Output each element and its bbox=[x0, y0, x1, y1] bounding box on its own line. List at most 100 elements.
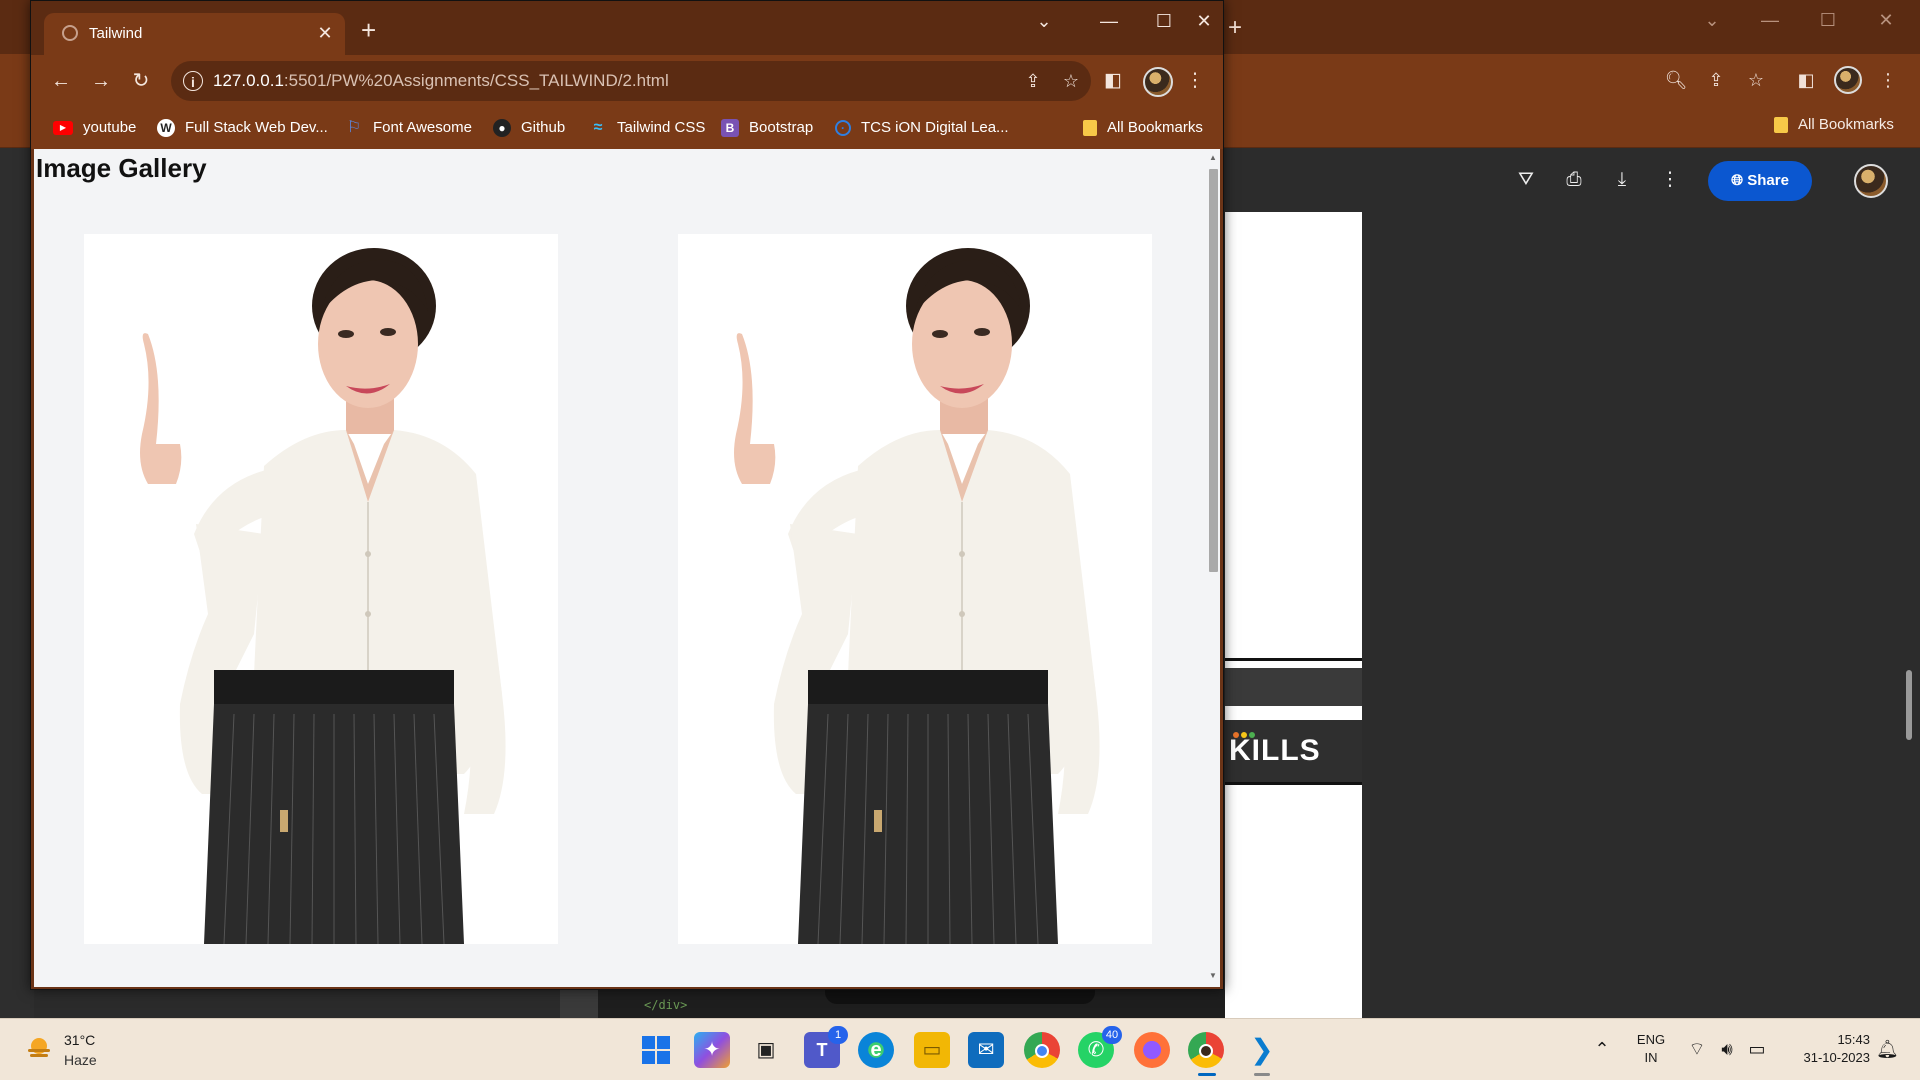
bookmark-github[interactable]: ● Github bbox=[493, 115, 565, 141]
tailwind-icon: ≈ bbox=[593, 119, 603, 137]
vscode-icon[interactable]: ❯ bbox=[1244, 1032, 1280, 1068]
clock[interactable]: 15:43 31-10-2023 bbox=[1780, 1031, 1871, 1067]
bookmark-full-stack[interactable]: W Full Stack Web Dev... bbox=[157, 115, 328, 141]
bookmark-tailwind[interactable]: ≈ Tailwind CSS bbox=[589, 115, 706, 141]
teams-badge: 1 bbox=[828, 1026, 848, 1044]
volume-icon[interactable]: 🔊︎ bbox=[1716, 1039, 1738, 1059]
editor-overlay bbox=[825, 990, 1095, 1004]
background-maximize-button[interactable]: ☐ bbox=[1810, 8, 1846, 32]
background-left-strip bbox=[0, 148, 34, 1018]
haze-weather-icon[interactable] bbox=[24, 1033, 54, 1063]
page-scrollbar[interactable]: ▲ ▼ bbox=[1206, 149, 1220, 987]
folder-icon bbox=[1774, 117, 1788, 134]
minimize-button[interactable]: — bbox=[1086, 7, 1132, 35]
task-view-icon[interactable]: ▣ bbox=[748, 1032, 784, 1068]
new-tab-button[interactable]: + bbox=[361, 17, 376, 43]
reload-icon[interactable]: ↻ bbox=[127, 67, 155, 95]
weather-temperature[interactable]: 31°C bbox=[64, 1031, 95, 1049]
flag-icon: ⚐ bbox=[346, 119, 362, 137]
woman-photo-image bbox=[678, 234, 1152, 944]
tab-strip: Tailwind ✕ + ⌄ — ☐ ✕ bbox=[31, 1, 1223, 55]
background-minimize-button[interactable]: — bbox=[1752, 8, 1788, 32]
zoom-icon[interactable]: 🔍︎ bbox=[1662, 66, 1690, 94]
download-icon[interactable]: ⤓ bbox=[1608, 166, 1636, 194]
tab-tailwind[interactable]: Tailwind ✕ bbox=[44, 13, 345, 55]
url-text[interactable]: 127.0.0.1:5501/PW%20Assignments/CSS_TAIL… bbox=[213, 71, 669, 91]
bookmark-star-icon[interactable]: ☆ bbox=[1059, 69, 1083, 93]
bootstrap-icon: B bbox=[721, 119, 739, 138]
notification-bell-icon[interactable]: 🔔︎ bbox=[1876, 1039, 1899, 1059]
weather-description[interactable]: Haze bbox=[64, 1051, 97, 1069]
forward-arrow-icon[interactable]: → bbox=[87, 67, 115, 95]
address-bar[interactable]: i 127.0.0.1:5501/PW%20Assignments/CSS_TA… bbox=[171, 61, 1091, 101]
share-page-icon[interactable]: ⇪ bbox=[1021, 69, 1045, 93]
chrome-profile-icon[interactable] bbox=[1188, 1032, 1224, 1068]
banner-dot bbox=[1249, 732, 1255, 738]
bookmarks-bar: ▶ youtube W Full Stack Web Dev... ⚐ Font Aw… bbox=[31, 107, 1223, 149]
youtube-icon: ▶ bbox=[53, 121, 73, 136]
edge-icon[interactable]: e bbox=[858, 1032, 894, 1068]
docs-gray-band bbox=[1225, 668, 1362, 706]
editor-code-line: </div> bbox=[644, 998, 688, 1012]
share-page-icon[interactable]: ⇪ bbox=[1702, 66, 1730, 94]
side-panel-icon[interactable]: ◧ bbox=[1792, 66, 1820, 94]
whatsapp-badge: 40 bbox=[1102, 1026, 1122, 1044]
github-icon: ● bbox=[493, 119, 511, 138]
foreground-browser-window: Tailwind ✕ + ⌄ — ☐ ✕ ← → ↻ i 127.0.0.1:5… bbox=[30, 0, 1224, 990]
bookmark-bootstrap[interactable]: B Bootstrap bbox=[721, 115, 813, 141]
menu-kebab-icon[interactable]: ⋮ bbox=[1874, 66, 1902, 94]
profile-avatar[interactable] bbox=[1143, 67, 1173, 97]
scroll-up-arrow-icon[interactable]: ▲ bbox=[1208, 153, 1218, 163]
add-to-drive-icon[interactable]: ⛛ bbox=[1512, 166, 1540, 194]
gallery-image-card bbox=[84, 234, 558, 944]
close-tab-icon[interactable]: ✕ bbox=[314, 22, 336, 44]
running-app-indicator bbox=[1254, 1073, 1270, 1076]
file-explorer-icon[interactable]: ▭ bbox=[914, 1032, 950, 1068]
docs-page bbox=[1225, 212, 1362, 1018]
docs-skills-banner: KILLS bbox=[1225, 720, 1362, 782]
firefox-icon[interactable] bbox=[1134, 1032, 1170, 1068]
woman-photo-image bbox=[84, 234, 558, 944]
close-window-button[interactable]: ✕ bbox=[1181, 7, 1223, 35]
scroll-down-arrow-icon[interactable]: ▼ bbox=[1208, 971, 1218, 981]
site-info-icon[interactable]: i bbox=[183, 71, 203, 91]
bookmark-tcs-ion[interactable]: · TCS iON Digital Lea... bbox=[835, 115, 1009, 141]
share-button[interactable]: 🌐︎ Share bbox=[1708, 161, 1812, 201]
back-arrow-icon[interactable]: ← bbox=[47, 67, 75, 95]
menu-kebab-icon[interactable]: ⋮ bbox=[1181, 67, 1209, 95]
more-options-icon[interactable]: ⋮ bbox=[1656, 166, 1684, 194]
docs-profile-avatar[interactable] bbox=[1854, 164, 1888, 198]
language-indicator[interactable]: ENG IN bbox=[1636, 1031, 1666, 1067]
all-bookmarks[interactable]: All Bookmarks bbox=[1083, 115, 1203, 141]
profile-avatar[interactable] bbox=[1834, 66, 1862, 94]
mail-icon[interactable]: ✉ bbox=[968, 1032, 1004, 1068]
bookmark-font-awesome[interactable]: ⚐ Font Awesome bbox=[345, 115, 472, 141]
background-new-tab-button[interactable]: + bbox=[1228, 16, 1242, 40]
print-icon[interactable]: ⎙ bbox=[1560, 166, 1588, 194]
teams-icon[interactable]: T1 bbox=[804, 1026, 848, 1068]
globe-icon bbox=[62, 25, 78, 41]
show-hidden-icons-chevron-icon[interactable]: ⌃ bbox=[1592, 1039, 1612, 1059]
docs-divider bbox=[1225, 782, 1362, 785]
side-panel-icon[interactable]: ◧ bbox=[1099, 67, 1127, 95]
taskbar: 31°C Haze ✦ ▣ T1 e ▭ ✉ ✆ 40 ❯ ⌃ ENG IN ⌔ 🔊… bbox=[0, 1018, 1920, 1080]
docs-toolbar: ⛛ ⎙ ⤓ ⋮ bbox=[1362, 148, 1920, 212]
copilot-icon[interactable]: ✦ bbox=[694, 1032, 730, 1068]
windows-start-icon[interactable] bbox=[638, 1032, 674, 1068]
battery-icon[interactable]: ▭ bbox=[1746, 1039, 1768, 1059]
docs-side-area bbox=[1362, 148, 1920, 1018]
bookmark-star-icon[interactable]: ☆ bbox=[1742, 66, 1770, 94]
browser-toolbar: ← → ↻ i 127.0.0.1:5501/PW%20Assignments/… bbox=[31, 55, 1223, 107]
banner-dot bbox=[1233, 732, 1239, 738]
background-close-button[interactable]: ✕ bbox=[1868, 8, 1904, 32]
background-tab-search-button[interactable]: ⌄ bbox=[1694, 8, 1730, 32]
tcs-icon: · bbox=[835, 120, 851, 137]
scrollbar-thumb[interactable] bbox=[1209, 169, 1218, 572]
chrome-icon[interactable] bbox=[1024, 1032, 1060, 1068]
tab-search-button[interactable]: ⌄ bbox=[1021, 7, 1067, 35]
whatsapp-icon[interactable]: ✆ 40 bbox=[1078, 1026, 1122, 1068]
background-scrollbar[interactable] bbox=[1906, 670, 1912, 740]
background-all-bookmarks[interactable]: All Bookmarks bbox=[1774, 114, 1894, 136]
wifi-icon[interactable]: ⌔ bbox=[1686, 1039, 1708, 1059]
bookmark-youtube[interactable]: ▶ youtube bbox=[53, 115, 136, 141]
